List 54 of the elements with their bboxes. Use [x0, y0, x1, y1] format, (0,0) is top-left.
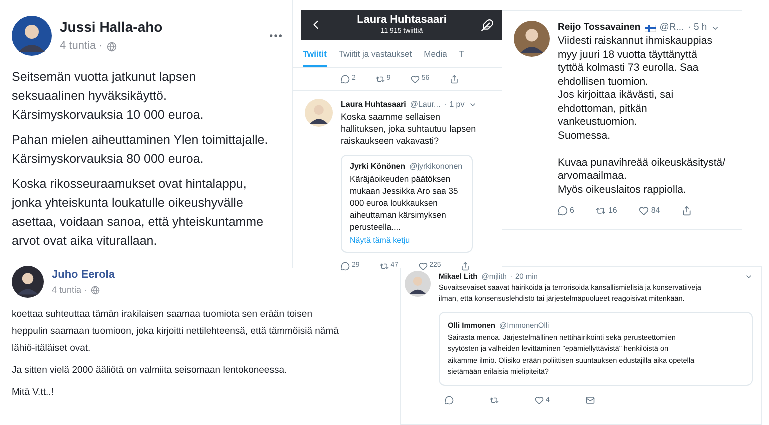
tweet-time: · 5 h: [688, 21, 708, 35]
post-time: 4 tuntia ·: [52, 284, 88, 296]
reply-icon[interactable]: [445, 396, 454, 406]
like-count: 84: [651, 205, 660, 218]
author-handle: @R...: [660, 21, 684, 35]
tweet-text: Viidesti raiskannut ihmiskauppias myy juuri 18 vuotta täyttänyttä tyttöä kolmasti 73 eurolla. Saa ehdollisen tuomion. Jos kirjoittaa ikävästi, sai ehdottoman, pitkän vankeustuomion. Suomessa. Kuvaa punavihreää oikeuskäsitystä/ arvomaailmaa. Myös oikeuslaitos rappiolla.: [558, 35, 726, 198]
compose-icon[interactable]: [481, 18, 494, 32]
avatar-icon: [12, 266, 44, 298]
post-paragraph: Seitsemän vuotta jatkunut lapsen seksuaalinen hyväksikäyttö. Kärsimyskorvauksia 10 000 euroa.: [12, 69, 205, 124]
mail-icon[interactable]: [586, 396, 595, 406]
globe-icon: [91, 286, 100, 295]
quoted-handle: @jyrkikononen: [410, 161, 463, 174]
tweet-text: Koska saamme sellaisen hallituksen, joka suhtautuu lapsen raiskaukseen vakavasti?: [341, 111, 477, 148]
reply-icon[interactable]: [341, 262, 350, 271]
reply-icon[interactable]: [558, 206, 568, 216]
quoted-tweet[interactable]: Jyrki Könönen @jyrkikononen Käräjäoikeuden päätöksen mukaan Jessikka Aro saa 35 000 euroa loukkauksen aiheuttaman kärsimyksen perusteella.... Näytä tämä ketju: [341, 155, 473, 254]
author-name[interactable]: Laura Huhtasaari: [341, 99, 406, 112]
share-icon[interactable]: [450, 74, 459, 84]
post-paragraph: Ja sitten vielä 2000 ääliötä on valmiita seisomaan lentokoneessa.: [12, 364, 288, 378]
globe-icon: [106, 42, 117, 52]
like-icon[interactable]: [410, 74, 420, 84]
quoted-text: Käräjäoikeuden päätöksen mukaan Jessikka Aro saa 35 000 euroa loukkauksen aiheuttaman kärsimyksen perusteella....: [350, 173, 460, 234]
retweet-count: 16: [608, 205, 618, 218]
share-icon[interactable]: [461, 262, 470, 271]
avatar-icon: [514, 21, 550, 57]
post-time: 4 tuntia ·: [60, 39, 103, 54]
avatar-icon: [12, 16, 52, 56]
quoted-tweet[interactable]: [439, 312, 753, 386]
avatar-icon: [405, 271, 431, 297]
author-name[interactable]: Jussi Halla-aho: [60, 17, 163, 38]
author-handle: @Laur...: [410, 99, 441, 112]
author-name[interactable]: Reijo Tossavainen: [558, 21, 641, 36]
reply-icon[interactable]: [341, 74, 350, 84]
avatar-icon: [305, 99, 333, 128]
quoted-author: Jyrki Könönen: [350, 161, 406, 174]
profile-tab[interactable]: Media: [424, 48, 448, 67]
post-paragraph: Koska rikosseuraamukset ovat hintalappu, jonka yhteiskunta loukatulle oikeushyvälle asettaa, voidaan sanoa, että yhteiskuntamme arvot ovat aika viturallaan.: [12, 176, 265, 250]
post-paragraph: koettaa suhteuttaa tämän irakilaisen saamaa tuomiota sen erään toisen heppulin saamaan tuomioon, joka kirjoitti nettilehteensä, että tämmöisiä nämä lähiö-itäläiset ovat.: [12, 308, 340, 356]
like-icon[interactable]: [639, 206, 650, 216]
retweet-icon[interactable]: [490, 396, 499, 406]
retweet-icon[interactable]: [376, 74, 385, 84]
flag-icon: [644, 24, 656, 32]
post-paragraph: Pahan mielen aiheuttaminen Ylen toimittajalle. Kärsimyskorvauksia 80 000 euroa.: [12, 132, 270, 168]
reply-count: 6: [570, 205, 574, 218]
retweet-icon[interactable]: [596, 206, 606, 216]
profile-tab[interactable]: Twiitit ja vastaukset: [338, 48, 412, 67]
tweet-time: · 1 pv: [444, 99, 465, 112]
share-icon[interactable]: [682, 206, 692, 216]
post-paragraph: Mitä V.tt..!: [12, 386, 55, 400]
like-icon[interactable]: [418, 262, 428, 271]
profile-tab[interactable]: T: [459, 48, 465, 67]
like-icon[interactable]: [535, 396, 544, 406]
profile-name: Laura Huhtasaari: [357, 15, 447, 26]
author-name[interactable]: Juho Eerola: [52, 267, 115, 284]
